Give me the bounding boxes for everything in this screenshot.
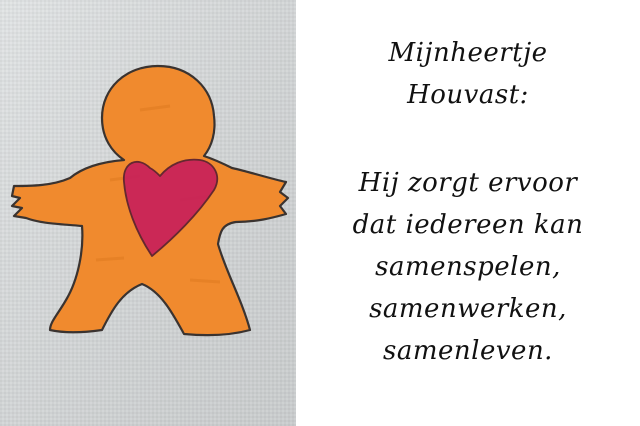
title-line-1: Mijnheertje <box>388 38 548 68</box>
body-line-1: Hij zorgt ervoor <box>358 168 578 198</box>
title-line-2: Houvast: <box>407 80 529 110</box>
painting-panel <box>0 0 296 426</box>
poster: Mijnheertje Houvast: Hij zorgt ervoor da… <box>0 0 640 426</box>
body-line-5: samenleven. <box>383 336 553 366</box>
person-figure-icon <box>0 0 296 426</box>
body-line-4: samenwerken, <box>369 294 567 324</box>
body-line-3: samenspelen, <box>375 252 561 282</box>
caption-panel: Mijnheertje Houvast: Hij zorgt ervoor da… <box>296 0 640 426</box>
body-line-2: dat iedereen kan <box>352 210 584 240</box>
